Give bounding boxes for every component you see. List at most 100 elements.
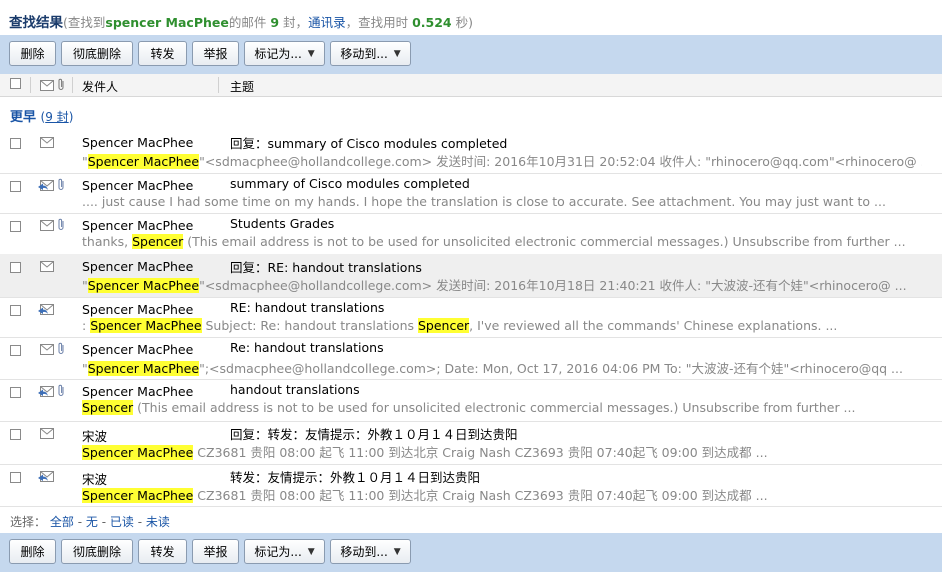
snippet-text: (This email address is not to be used fo… xyxy=(183,234,906,249)
row-checkbox[interactable] xyxy=(10,472,21,483)
delete-button[interactable]: 删除 xyxy=(9,539,56,564)
move-to-label: 移动到... xyxy=(340,545,388,559)
message-subject[interactable]: 转发：友情提示：外教１０月１４日到达贵阳 xyxy=(230,467,480,486)
report-button[interactable]: 举报 xyxy=(192,41,239,66)
message-subject[interactable]: summary of Cisco modules completed xyxy=(230,176,470,191)
row-checkbox[interactable] xyxy=(10,429,21,440)
row-checkbox[interactable] xyxy=(10,221,21,232)
group-earlier[interactable]: 更早 (9 封) xyxy=(10,106,73,125)
message-row[interactable]: Spencer MacPhee 回复：RE: handout translatio… xyxy=(0,254,942,298)
purge-button[interactable]: 彻底删除 xyxy=(61,41,133,66)
select-all-link[interactable]: 全部 xyxy=(50,515,74,529)
snippet-text: : xyxy=(82,318,91,333)
message-subject[interactable]: 回复：summary of Cisco modules completed xyxy=(230,133,507,152)
message-snippet[interactable]: Spencer MacPhee CZ3681 贵阳 08:00 起飞 11:00… xyxy=(82,485,922,504)
attachment-icon xyxy=(57,178,65,194)
message-sender[interactable]: Spencer MacPhee xyxy=(82,384,193,399)
read-envelope-icon xyxy=(40,343,54,358)
message-sender[interactable]: Spencer MacPhee xyxy=(82,218,193,233)
column-sender[interactable]: 发件人 xyxy=(82,78,118,95)
message-row[interactable]: Spencer MacPhee summary of Cisco modules … xyxy=(0,173,942,214)
keyword-highlight: Spencer xyxy=(132,234,184,249)
search-keyword: spencer MacPhee xyxy=(105,15,229,30)
message-row[interactable]: Spencer MacPhee RE: handout translations:… xyxy=(0,297,942,338)
chevron-down-icon: ▼ xyxy=(393,546,401,557)
select-label: 选择： xyxy=(10,515,47,529)
row-checkbox[interactable] xyxy=(10,345,21,356)
message-row[interactable]: Spencer MacPhee 回复：summary of Cisco modul… xyxy=(0,130,942,174)
message-row[interactable]: Spencer MacPhee Students Grades thanks, Sp… xyxy=(0,213,942,255)
keyword-highlight: Spencer MacPhee xyxy=(90,318,202,333)
result-count: 9 xyxy=(270,15,280,30)
row-status-icons xyxy=(38,470,72,484)
group-count: (9 封) xyxy=(41,110,74,124)
column-subject[interactable]: 主题 xyxy=(230,78,254,95)
summary-prefix: (查找到 xyxy=(63,15,106,30)
mark-as-dropdown[interactable]: 标记为... ▼ xyxy=(244,41,325,66)
row-status-icons xyxy=(38,427,72,441)
row-status-icons xyxy=(38,384,72,400)
snippet-text: "<sdmacphee@hollandcollege.com> 发送时间: 20… xyxy=(199,278,907,293)
read-envelope-icon xyxy=(40,260,54,275)
message-snippet[interactable]: Spencer MacPhee CZ3681 贵阳 08:00 起飞 11:00… xyxy=(82,442,922,461)
delete-button[interactable]: 删除 xyxy=(9,41,56,66)
row-checkbox[interactable] xyxy=(10,387,21,398)
snippet-text: , I've reviewed all the commands' Chines… xyxy=(469,318,838,333)
snippet-text: .... just cause I had some time on my ha… xyxy=(82,194,886,209)
snippet-text: ";<sdmacphee@hollandcollege.com>; Date: … xyxy=(199,361,903,376)
message-subject[interactable]: RE: handout translations xyxy=(230,300,384,315)
message-snippet[interactable]: "Spencer MacPhee";<sdmacphee@hollandcoll… xyxy=(82,358,922,377)
message-row[interactable]: Spencer MacPhee handout translations Spenc… xyxy=(0,379,942,422)
forward-button[interactable]: 转发 xyxy=(138,41,187,66)
row-checkbox[interactable] xyxy=(10,305,21,316)
keyword-highlight: Spencer MacPhee xyxy=(87,361,200,376)
message-snippet[interactable]: Spencer (This email address is not to be… xyxy=(82,400,922,415)
snippet-text: (This email address is not to be used fo… xyxy=(133,400,856,415)
report-button[interactable]: 举报 xyxy=(192,539,239,564)
group-count-value[interactable]: 9 封 xyxy=(45,110,68,124)
message-subject[interactable]: Re: handout translations xyxy=(230,340,384,355)
message-snippet[interactable]: thanks, Spencer (This email address is n… xyxy=(82,234,922,249)
row-checkbox[interactable] xyxy=(10,181,21,192)
attachment-icon[interactable] xyxy=(57,78,65,94)
message-subject[interactable]: 回复：RE: handout translations xyxy=(230,257,422,276)
select-all-checkbox[interactable] xyxy=(10,78,21,89)
message-snippet[interactable]: "Spencer MacPhee"<sdmacphee@hollandcolle… xyxy=(82,151,922,170)
row-status-icons xyxy=(38,342,72,358)
message-row[interactable]: 宋波 回复：转发：友情提示：外教１０月１４日到达贵阳 Spencer MacPhee… xyxy=(0,421,942,465)
keyword-highlight: Spencer MacPhee xyxy=(82,488,194,503)
message-subject[interactable]: handout translations xyxy=(230,382,360,397)
summary-time-prefix: ，查找用时 xyxy=(345,15,409,30)
replied-envelope-icon xyxy=(38,179,54,194)
contacts-link[interactable]: 通讯录 xyxy=(308,15,346,30)
message-snippet[interactable]: .... just cause I had some time on my ha… xyxy=(82,194,922,209)
move-to-dropdown[interactable]: 移动到... ▼ xyxy=(330,41,411,66)
envelope-icon[interactable] xyxy=(40,79,54,94)
forward-button[interactable]: 转发 xyxy=(138,539,187,564)
select-read-link[interactable]: 已读 xyxy=(110,515,134,529)
message-sender[interactable]: Spencer MacPhee xyxy=(82,178,193,193)
message-sender[interactable]: Spencer MacPhee xyxy=(82,135,193,150)
keyword-highlight: Spencer MacPhee xyxy=(82,445,194,460)
purge-button[interactable]: 彻底删除 xyxy=(61,539,133,564)
row-checkbox[interactable] xyxy=(10,138,21,149)
snippet-text: Subject: Re: handout translations xyxy=(201,318,418,333)
message-row[interactable]: 宋波 转发：友情提示：外教１０月１４日到达贵阳 Spencer MacPhee CZ… xyxy=(0,464,942,507)
message-snippet[interactable]: "Spencer MacPhee"<sdmacphee@hollandcolle… xyxy=(82,275,922,294)
snippet-text: "<sdmacphee@hollandcollege.com> 发送时间: 20… xyxy=(199,154,922,169)
message-snippet[interactable]: : Spencer MacPhee Subject: Re: handout t… xyxy=(82,318,922,333)
select-unread-link[interactable]: 未读 xyxy=(146,515,170,529)
message-sender[interactable]: Spencer MacPhee xyxy=(82,259,193,274)
replied-envelope-icon xyxy=(38,303,54,318)
message-row[interactable]: Spencer MacPhee Re: handout translations "… xyxy=(0,337,942,380)
message-sender[interactable]: Spencer MacPhee xyxy=(82,342,193,357)
select-none-link[interactable]: 无 xyxy=(86,515,98,529)
replied-envelope-icon xyxy=(38,385,54,400)
move-to-dropdown[interactable]: 移动到... ▼ xyxy=(330,539,411,564)
message-subject[interactable]: Students Grades xyxy=(230,216,334,231)
message-subject[interactable]: 回复：转发：友情提示：外教１０月１４日到达贵阳 xyxy=(230,424,518,443)
mark-as-dropdown[interactable]: 标记为... ▼ xyxy=(244,539,325,564)
message-sender[interactable]: Spencer MacPhee xyxy=(82,302,193,317)
chevron-down-icon: ▼ xyxy=(307,546,315,557)
row-checkbox[interactable] xyxy=(10,262,21,273)
